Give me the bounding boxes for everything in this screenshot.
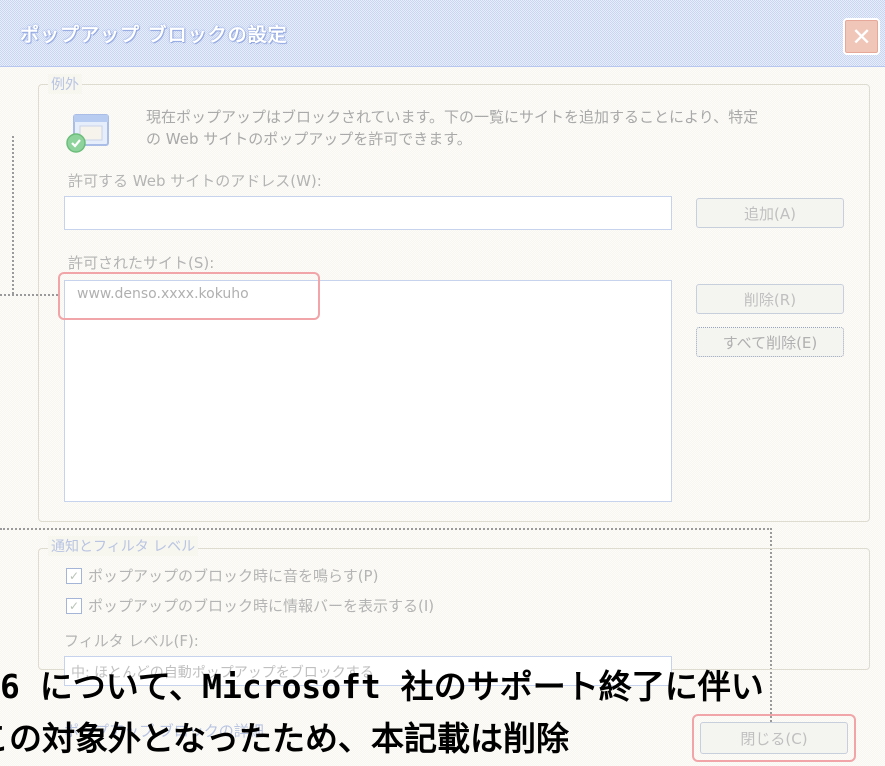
exceptions-description-line1: 現在ポップアップはブロックされています。下の一覧にサイトを追加することにより、特… xyxy=(146,108,759,126)
filter-level-label: フィルタ レベル(F): xyxy=(64,632,199,650)
exceptions-group-label: 例外 xyxy=(48,74,82,94)
address-label: 許可する Web サイトのアドレス(W): xyxy=(68,172,322,190)
notification-group-label: 通知とフィルタ レベル xyxy=(48,536,199,556)
address-input[interactable] xyxy=(64,196,672,230)
connector-line-left xyxy=(12,136,14,294)
allowed-sites-label: 許可されたサイト(S): xyxy=(68,254,215,272)
infobar-checkbox-label: ポップアップのブロック時に情報バーを表示する(I) xyxy=(88,597,435,615)
notice-line2: この対象外となったため、本記載は削除 xyxy=(0,719,570,758)
notice-line1: 6 について、Microsoft 社のサポート終了に伴い xyxy=(0,667,764,706)
exceptions-description-line2: の Web サイトのポップアップを許可できます。 xyxy=(146,130,472,148)
sound-checkbox[interactable]: ✓ xyxy=(66,568,82,584)
add-button[interactable]: 追加(A) xyxy=(696,198,844,228)
title-bar: ポップアップ ブロックの設定 ✕ xyxy=(0,0,885,67)
close-button-highlight xyxy=(692,714,856,762)
close-window-button[interactable]: ✕ xyxy=(843,18,880,55)
popup-blocker-icon xyxy=(64,111,112,155)
infobar-checkbox[interactable]: ✓ xyxy=(66,598,82,614)
window-title: ポップアップ ブロックの設定 xyxy=(20,24,288,46)
remove-all-button[interactable]: すべて削除(E) xyxy=(696,327,844,357)
connector-line-bottom xyxy=(0,528,772,530)
allowed-site-highlight xyxy=(58,272,320,320)
remove-button[interactable]: 削除(R) xyxy=(696,284,844,314)
connector-line-top xyxy=(0,294,58,296)
sound-checkbox-label: ポップアップのブロック時に音を鳴らす(P) xyxy=(88,567,379,585)
